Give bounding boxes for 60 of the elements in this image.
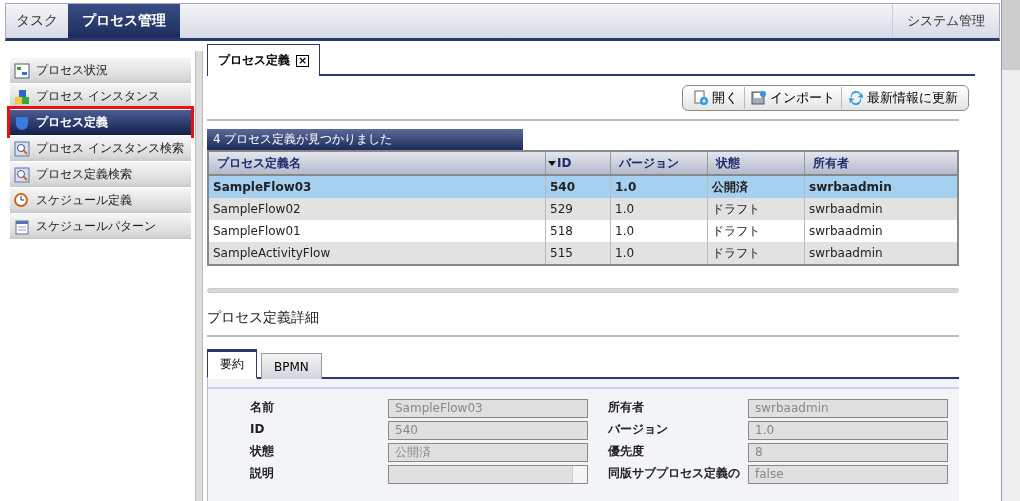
- sidebar-item[interactable]: スケジュール定義: [10, 187, 191, 213]
- table-cell: 515: [545, 242, 611, 265]
- toolbar-button[interactable]: 最新情報に更新: [842, 87, 964, 109]
- column-header[interactable]: 状態: [707, 151, 805, 175]
- sidebar-item[interactable]: スケジュールパターン: [10, 213, 191, 239]
- chart-icon: [14, 62, 30, 79]
- toolbar-button[interactable]: インポート: [745, 87, 842, 109]
- sidebar-item[interactable]: プロセス定義: [10, 109, 191, 135]
- field-label: 同版サブプロセス定義の: [607, 465, 741, 482]
- column-header[interactable]: バージョン: [610, 151, 708, 175]
- search-icon: [14, 140, 30, 157]
- shield-icon: [14, 114, 30, 131]
- table-cell: 1.0: [610, 198, 708, 220]
- table-row[interactable]: SampleFlow03 540 1.0 公開済 swrbaadmin: [208, 175, 958, 198]
- table-cell: 529: [545, 198, 611, 220]
- search-icon: [14, 166, 30, 183]
- tab[interactable]: BPMN: [261, 353, 322, 379]
- field-label: 説明: [250, 465, 275, 482]
- cubes-icon: [14, 88, 30, 105]
- document-plus-icon: [693, 90, 709, 106]
- calendar-icon: [14, 218, 30, 235]
- splitter-handle[interactable]: [207, 288, 959, 293]
- table-cell: swrbaadmin: [804, 198, 958, 220]
- table-cell: ドラフト: [707, 198, 805, 220]
- splitter-handle[interactable]: [195, 51, 203, 501]
- sidebar-item[interactable]: プロセス状況: [10, 57, 191, 83]
- field-label: ID: [250, 421, 266, 438]
- sidebar-item[interactable]: プロセス インスタンス検索: [10, 135, 191, 161]
- sidebar-item[interactable]: プロセス定義検索: [10, 161, 191, 187]
- results-caption: 4 プロセス定義が見つかりました: [207, 129, 523, 150]
- field-label: 所有者: [607, 399, 645, 416]
- table-cell: swrbaadmin: [804, 242, 958, 265]
- tab[interactable]: 要約: [207, 349, 257, 379]
- field-label: 優先度: [607, 443, 645, 460]
- refresh-icon: [848, 90, 864, 106]
- sidebar-item[interactable]: プロセス インスタンス: [10, 83, 191, 109]
- table-row[interactable]: SampleActivityFlow 515 1.0 ドラフト swrbaadmin: [208, 242, 958, 265]
- section-title: プロセス定義詳細: [207, 309, 320, 327]
- table-cell: swrbaadmin: [804, 175, 958, 198]
- column-header[interactable]: プロセス定義名: [208, 151, 546, 175]
- field-label: 名前: [250, 399, 275, 416]
- system-menu-tab[interactable]: システム管理: [892, 4, 999, 38]
- table-cell: ドラフト: [707, 242, 805, 265]
- document-tab[interactable]: プロセス定義 ×: [207, 44, 321, 76]
- table-row[interactable]: SampleFlow02 529 1.0 ドラフト swrbaadmin: [208, 198, 958, 220]
- table-cell: SampleFlow02: [208, 198, 546, 220]
- text-area[interactable]: [388, 465, 588, 484]
- column-header[interactable]: ID: [545, 151, 611, 175]
- top-tab[interactable]: プロセス管理: [68, 4, 180, 38]
- clock-icon: [14, 192, 30, 209]
- scrollbar[interactable]: [1001, 0, 1020, 501]
- table-cell: 1.0: [610, 242, 708, 265]
- field-label: バージョン: [607, 421, 669, 438]
- table-cell: SampleFlow03: [208, 175, 546, 198]
- top-tab[interactable]: タスク: [6, 4, 68, 38]
- toolbar-button[interactable]: 開く: [687, 87, 745, 109]
- field-label: 状態: [250, 443, 275, 460]
- column-header[interactable]: 所有者: [804, 151, 958, 175]
- table-cell: SampleActivityFlow: [208, 242, 546, 265]
- close-button[interactable]: ×: [296, 54, 310, 67]
